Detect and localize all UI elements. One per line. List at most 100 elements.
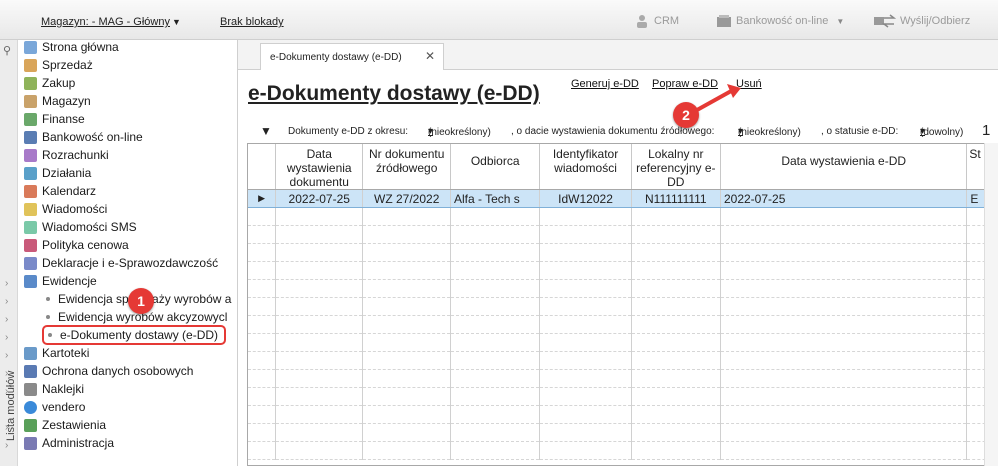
empty-table-cell[interactable]: [539, 369, 632, 388]
nav-item-admin[interactable]: Administracja: [24, 434, 114, 452]
empty-table-cell[interactable]: [275, 423, 364, 442]
empty-table-cell[interactable]: [539, 297, 632, 316]
empty-table-cell[interactable]: [248, 225, 277, 244]
empty-table-cell[interactable]: [362, 387, 451, 406]
collapse-filter-icon[interactable]: ▼: [260, 124, 272, 138]
table-cell[interactable]: WZ 27/2022: [362, 189, 451, 208]
send-receive-button[interactable]: Wyślij/Odbierz: [872, 14, 970, 28]
empty-table-cell[interactable]: [631, 369, 721, 388]
nav-sub-e-dd[interactable]: e-Dokumenty dostawy (e-DD): [42, 325, 227, 345]
empty-table-cell[interactable]: [539, 387, 632, 406]
close-icon[interactable]: ✕: [425, 49, 435, 63]
chevron-right-icon[interactable]: ›: [5, 278, 8, 289]
empty-table-cell[interactable]: [539, 351, 632, 370]
chevron-right-icon[interactable]: ›: [5, 440, 8, 451]
empty-table-cell[interactable]: [450, 441, 541, 460]
empty-table-cell[interactable]: [275, 279, 364, 298]
empty-table-cell[interactable]: [539, 441, 632, 460]
empty-table-cell[interactable]: [450, 369, 541, 388]
empty-table-cell[interactable]: [631, 225, 721, 244]
empty-table-cell[interactable]: [248, 387, 277, 406]
empty-table-cell[interactable]: [539, 333, 632, 352]
empty-table-cell[interactable]: [450, 351, 541, 370]
empty-table-cell[interactable]: [248, 369, 277, 388]
empty-table-cell[interactable]: [720, 333, 968, 352]
empty-table-cell[interactable]: [720, 441, 968, 460]
vertical-scrollbar[interactable]: [984, 143, 998, 466]
empty-table-cell[interactable]: [275, 297, 364, 316]
empty-table-row[interactable]: [248, 243, 997, 262]
empty-table-cell[interactable]: [720, 297, 968, 316]
empty-table-cell[interactable]: [450, 387, 541, 406]
column-header[interactable]: Lokalny nr referencyjny e-DD: [631, 144, 721, 190]
nav-item-vendero[interactable]: vendero: [24, 398, 85, 416]
empty-table-cell[interactable]: [275, 351, 364, 370]
empty-table-cell[interactable]: [631, 333, 721, 352]
warehouse-selector[interactable]: Magazyn: - MAG - Główny ▼: [41, 16, 181, 28]
empty-table-cell[interactable]: [275, 207, 364, 226]
column-header[interactable]: Odbiorca: [450, 144, 541, 190]
nav-item-home[interactable]: Strona główna: [24, 38, 119, 56]
empty-table-cell[interactable]: [275, 387, 364, 406]
empty-table-cell[interactable]: [539, 243, 632, 262]
empty-table-cell[interactable]: [450, 207, 541, 226]
nav-item-labels[interactable]: Naklejki: [24, 380, 84, 398]
chevron-right-icon[interactable]: ›: [5, 332, 8, 343]
empty-table-cell[interactable]: [631, 243, 721, 262]
column-header[interactable]: Data wystawienia e-DD: [720, 144, 968, 190]
empty-table-cell[interactable]: [362, 351, 451, 370]
empty-table-row[interactable]: [248, 297, 997, 316]
period-filter-dropdown[interactable]: (nieokreślony) ▾: [428, 126, 491, 138]
empty-table-cell[interactable]: [248, 333, 277, 352]
empty-table-cell[interactable]: [720, 225, 968, 244]
empty-table-cell[interactable]: [720, 423, 968, 442]
banking-button[interactable]: Bankowość on-line ▼: [716, 14, 844, 28]
empty-table-cell[interactable]: [275, 225, 364, 244]
empty-table-cell[interactable]: [248, 315, 277, 334]
empty-table-cell[interactable]: [248, 441, 277, 460]
table-cell[interactable]: 2022-07-25: [720, 189, 968, 208]
empty-table-cell[interactable]: [539, 423, 632, 442]
empty-table-cell[interactable]: [539, 315, 632, 334]
chevron-right-icon[interactable]: ›: [5, 314, 8, 325]
chevron-right-icon[interactable]: ›: [5, 350, 8, 361]
nav-item-declarations[interactable]: Deklaracje i e-Sprawozdawczość: [24, 254, 218, 272]
empty-table-cell[interactable]: [539, 225, 632, 244]
empty-table-cell[interactable]: [275, 243, 364, 262]
nav-item-purchase[interactable]: Zakup: [24, 74, 75, 92]
empty-table-row[interactable]: [248, 279, 997, 298]
empty-table-cell[interactable]: [248, 423, 277, 442]
empty-table-cell[interactable]: [362, 279, 451, 298]
empty-table-cell[interactable]: [450, 315, 541, 334]
empty-table-cell[interactable]: [362, 423, 451, 442]
empty-table-cell[interactable]: [631, 297, 721, 316]
empty-table-row[interactable]: [248, 387, 997, 406]
empty-table-cell[interactable]: [631, 441, 721, 460]
empty-table-row[interactable]: [248, 369, 997, 388]
table-cell[interactable]: N111111111: [631, 189, 721, 208]
tab-e-dd[interactable]: e-Dokumenty dostawy (e-DD) ✕: [260, 43, 444, 71]
empty-table-cell[interactable]: [450, 225, 541, 244]
empty-table-cell[interactable]: [720, 369, 968, 388]
table-cell[interactable]: IdW12022: [539, 189, 632, 208]
empty-table-cell[interactable]: [248, 279, 277, 298]
date-filter-dropdown[interactable]: (nieokreślony) ▾: [738, 126, 801, 138]
column-header[interactable]: Identyfikator wiadomości: [539, 144, 632, 190]
empty-table-cell[interactable]: [275, 333, 364, 352]
empty-table-cell[interactable]: [631, 261, 721, 280]
pin-icon[interactable]: ⚲: [3, 44, 11, 57]
empty-table-cell[interactable]: [539, 405, 632, 424]
empty-table-cell[interactable]: [539, 261, 632, 280]
empty-table-cell[interactable]: [362, 207, 451, 226]
empty-table-cell[interactable]: [720, 243, 968, 262]
empty-table-row[interactable]: [248, 333, 997, 352]
empty-table-cell[interactable]: [539, 207, 632, 226]
empty-table-cell[interactable]: [362, 441, 451, 460]
empty-table-cell[interactable]: [275, 261, 364, 280]
empty-table-cell[interactable]: [248, 405, 277, 424]
nav-item-banking[interactable]: Bankowość on-line: [24, 128, 143, 146]
empty-table-cell[interactable]: [450, 333, 541, 352]
lock-status-link[interactable]: Brak blokady: [220, 16, 284, 28]
column-header[interactable]: Data wystawienia dokumentu: [275, 144, 364, 190]
empty-table-cell[interactable]: [450, 297, 541, 316]
